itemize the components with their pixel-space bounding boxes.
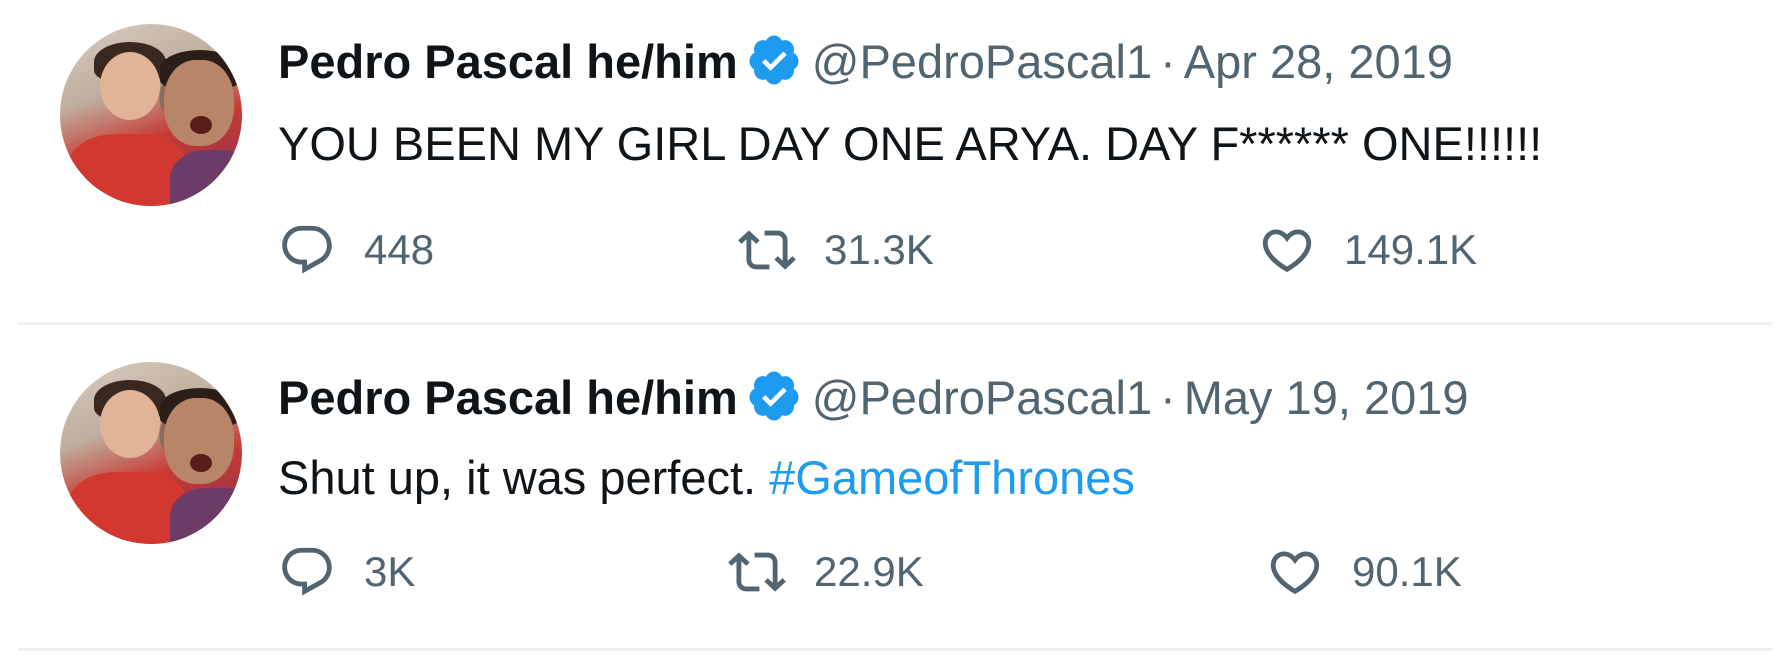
reply-button[interactable]: 3K bbox=[278, 540, 415, 604]
avatar[interactable] bbox=[60, 24, 242, 206]
tweet-header: Pedro Pascal he/him @PedroPascal1 · Apr 28,… bbox=[278, 32, 1453, 92]
tweet-header: Pedro Pascal he/him @PedroPascal1 · May 19,… bbox=[278, 368, 1469, 428]
separator-dot: · bbox=[1160, 371, 1176, 424]
retweet-icon bbox=[728, 552, 786, 592]
tweet-actions: 448 31.3K 149.1K bbox=[278, 218, 1578, 282]
like-button[interactable]: 90.1K bbox=[1266, 540, 1462, 604]
like-button[interactable]: 149.1K bbox=[1258, 218, 1477, 282]
verified-badge-icon bbox=[746, 32, 802, 88]
display-name[interactable]: Pedro Pascal he/him bbox=[278, 35, 738, 88]
divider bbox=[18, 648, 1772, 651]
tweet-text: Shut up, it was perfect. #GameofThrones bbox=[278, 448, 1135, 508]
retweet-icon bbox=[738, 230, 796, 270]
tweet-text: YOU BEEN MY GIRL DAY ONE ARYA. DAY F****… bbox=[278, 114, 1542, 174]
tweet[interactable]: Pedro Pascal he/him @PedroPascal1 · Apr 28,… bbox=[0, 0, 1790, 322]
reply-count: 448 bbox=[364, 226, 435, 273]
divider bbox=[18, 322, 1772, 325]
timestamp[interactable]: Apr 28, 2019 bbox=[1184, 35, 1453, 88]
retweet-count: 31.3K bbox=[824, 226, 934, 273]
handle[interactable]: @PedroPascal1 bbox=[812, 371, 1152, 424]
separator-dot: · bbox=[1160, 35, 1176, 88]
handle[interactable]: @PedroPascal1 bbox=[812, 35, 1152, 88]
verified-badge-icon bbox=[746, 368, 802, 424]
display-name[interactable]: Pedro Pascal he/him bbox=[278, 371, 738, 424]
retweet-button[interactable]: 22.9K bbox=[728, 540, 924, 604]
retweet-button[interactable]: 31.3K bbox=[738, 218, 934, 282]
reply-icon bbox=[282, 547, 332, 596]
reply-icon bbox=[282, 225, 332, 274]
hashtag-link[interactable]: #GameofThrones bbox=[769, 451, 1135, 504]
reply-button[interactable]: 448 bbox=[278, 218, 434, 282]
avatar[interactable] bbox=[60, 362, 242, 544]
reply-count: 3K bbox=[364, 548, 416, 595]
tweet-text-body: YOU BEEN MY GIRL DAY ONE ARYA. DAY F****… bbox=[278, 117, 1543, 170]
timestamp[interactable]: May 19, 2019 bbox=[1184, 371, 1469, 424]
like-icon bbox=[1262, 229, 1312, 273]
tweet[interactable]: Pedro Pascal he/him @PedroPascal1 · May 19,… bbox=[0, 336, 1790, 646]
like-count: 149.1K bbox=[1344, 226, 1478, 273]
retweet-count: 22.9K bbox=[814, 548, 924, 595]
like-icon bbox=[1270, 551, 1320, 595]
tweet-text-body: Shut up, it was perfect. bbox=[278, 451, 770, 504]
like-count: 90.1K bbox=[1352, 548, 1462, 595]
tweet-actions: 3K 22.9K 90.1K bbox=[278, 540, 1578, 604]
